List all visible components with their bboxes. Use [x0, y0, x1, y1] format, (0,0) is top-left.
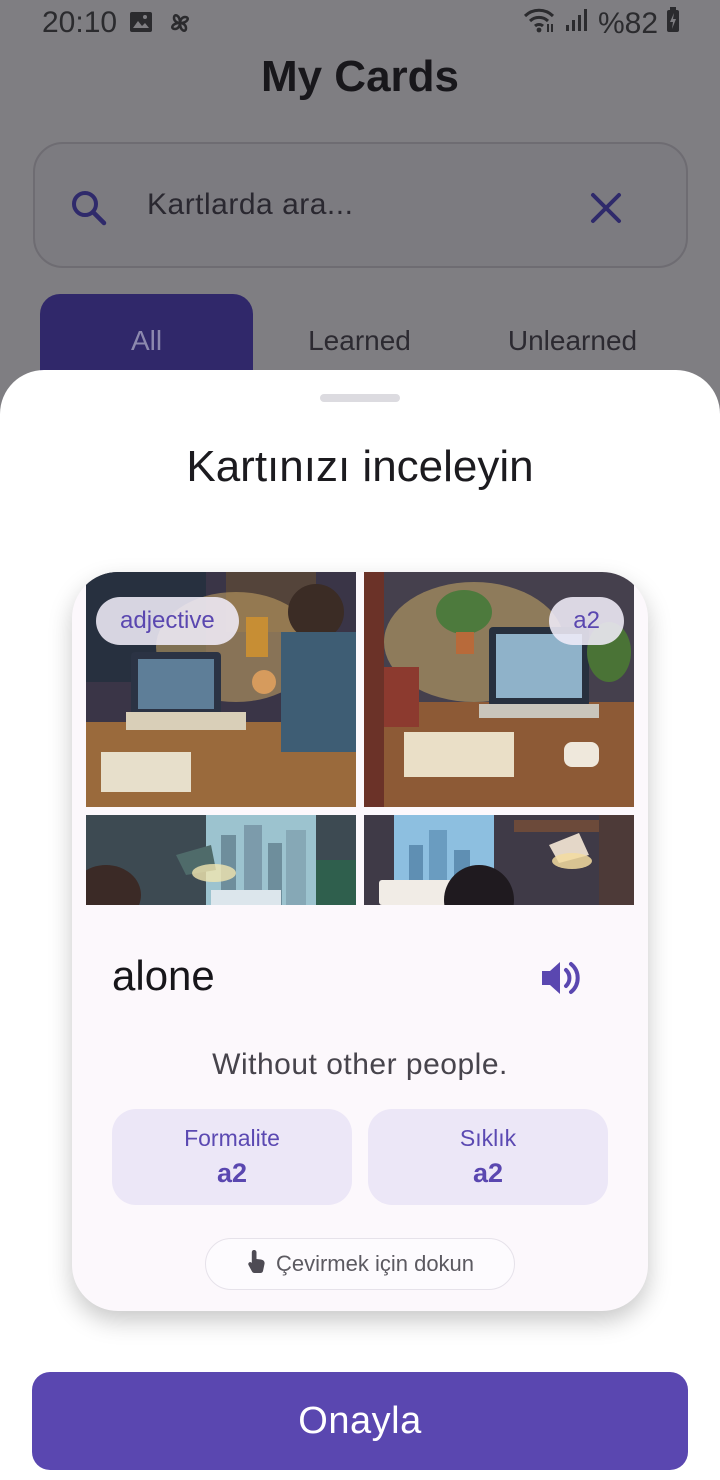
search-placeholder: Kartlarda ara...: [147, 188, 354, 221]
stat-frequency: Sıklık a2: [368, 1109, 608, 1205]
status-bar: 20:10 %82: [0, 0, 720, 50]
wifi-icon: [522, 6, 556, 42]
battery-charging-icon: [666, 7, 680, 41]
search-input[interactable]: Kartlarda ara...: [33, 142, 688, 268]
stat-formality: Formalite a2: [112, 1109, 352, 1205]
flip-hint-label: Çevirmek için dokun: [275, 1251, 475, 1276]
pinwheel-icon: [166, 9, 194, 42]
flash-card[interactable]: adjective a2 alone Without other people.…: [72, 572, 648, 1311]
drag-handle[interactable]: [320, 394, 400, 402]
status-time: 20:10: [42, 6, 118, 39]
level-badge: a2: [549, 597, 624, 645]
card-word: alone: [112, 952, 215, 999]
card-image-3: [86, 815, 356, 905]
battery-percentage: %82: [597, 7, 658, 40]
flip-hint-chip[interactable]: Çevirmek için dokun: [205, 1238, 515, 1290]
search-icon: [69, 188, 109, 233]
tap-hand-icon: [246, 1248, 268, 1280]
page-title: My Cards: [260, 52, 460, 101]
confirm-button[interactable]: Onayla: [32, 1372, 688, 1470]
card-image-4: [364, 815, 634, 905]
card-image-grid: adjective a2: [86, 572, 634, 905]
signal-icon: [564, 7, 590, 41]
status-left-icons: [128, 9, 194, 42]
status-right: %82: [522, 6, 680, 42]
card-definition: Without other people.: [212, 1048, 508, 1081]
sheet-title: Kartınızı inceleyin: [186, 442, 534, 491]
review-bottom-sheet: Kartınızı inceleyin adjective a2 alone W…: [0, 370, 720, 1480]
gallery-icon: [128, 9, 154, 42]
stat-value: a2: [472, 1158, 504, 1188]
stat-label: Formalite: [184, 1125, 280, 1151]
speaker-icon[interactable]: [538, 958, 582, 1003]
stat-value: a2: [216, 1158, 248, 1188]
close-icon[interactable]: [588, 190, 624, 231]
part-of-speech-badge: adjective: [96, 597, 239, 645]
stat-label: Sıklık: [459, 1125, 517, 1151]
